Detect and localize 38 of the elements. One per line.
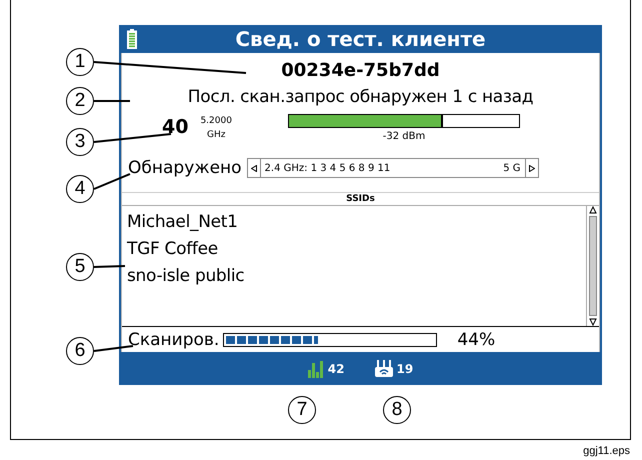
channel-list-text: 2.4 GHz: 1 3 4 5 6 8 9 11 <box>264 162 390 174</box>
ssid-item[interactable]: TGF Coffee <box>127 236 581 263</box>
scan-label: Сканиров. <box>128 330 220 350</box>
scan-percent: 44% <box>457 330 496 350</box>
figure-caption: ggj11.eps <box>583 445 630 457</box>
callout-number: 2 <box>66 87 94 115</box>
callout-number: 4 <box>66 175 94 203</box>
callout-number: 6 <box>66 337 94 365</box>
ssid-item[interactable]: Michael_Net1 <box>127 209 581 236</box>
ssids-header: SSIDs <box>122 192 599 206</box>
callout-number: 3 <box>66 128 94 156</box>
leader-line <box>94 100 130 102</box>
screen-title: Свед. о тест. клиенте <box>234 27 487 51</box>
leader-line <box>94 173 130 190</box>
access-point-icon <box>374 360 392 378</box>
scroll-right-button[interactable] <box>524 159 538 177</box>
frequency-value: 5.2000 <box>200 115 232 128</box>
mac-address: 00234e-75b7dd <box>281 60 440 83</box>
access-point-count: 19 <box>396 362 414 376</box>
callout-number: 8 <box>383 396 411 424</box>
signal-reading: -32 dBm <box>382 131 426 142</box>
callout-number: 7 <box>288 396 316 424</box>
left-triangle-icon <box>250 164 257 172</box>
channel-number: 40 <box>162 116 188 138</box>
battery-icon <box>127 29 137 49</box>
callout-number: 5 <box>66 253 94 281</box>
up-triangle-icon <box>589 206 597 214</box>
callout-number: 1 <box>66 48 94 76</box>
ssid-item[interactable]: sno-isle public <box>127 263 581 290</box>
frequency-unit: GHz <box>206 129 226 142</box>
signal-count: 42 <box>328 362 344 376</box>
detected-label: Обнаружено <box>128 158 242 178</box>
signal-bars-icon <box>308 360 324 378</box>
last-probe-text: Посл. скан.запрос обнаружен 1 с назад <box>188 86 534 109</box>
channel-list-next: 5 G <box>503 162 521 174</box>
right-triangle-icon <box>528 164 535 172</box>
scrollbar[interactable] <box>586 206 599 326</box>
leader-line <box>94 265 126 268</box>
